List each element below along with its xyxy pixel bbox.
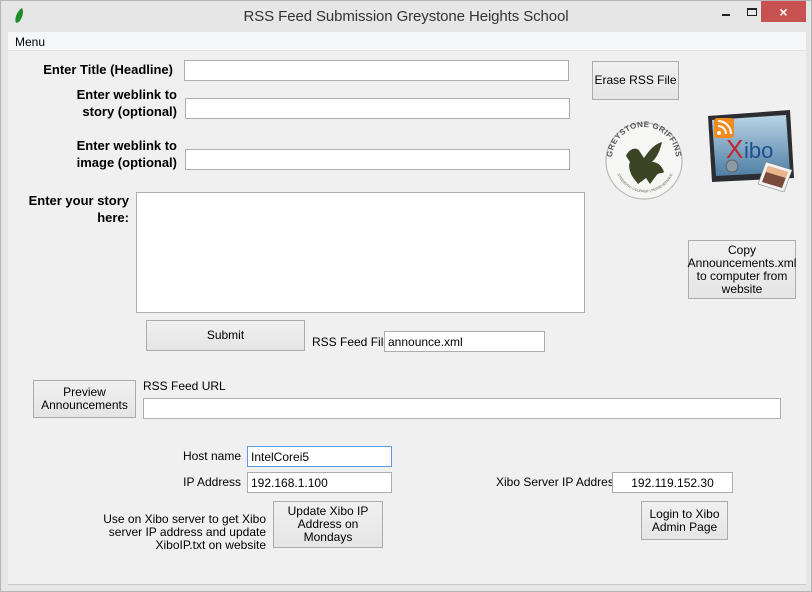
app-window: RSS Feed Submission Greystone Heights Sc…	[0, 0, 812, 592]
story-link-label-line2: story (optional)	[82, 104, 177, 119]
xibo-ibo-letters: ibo	[744, 138, 773, 163]
rss-file-input[interactable]	[384, 331, 545, 352]
update-xibo-ip-button[interactable]: Update Xibo IP Address on Mondays	[273, 501, 383, 548]
ip-address-input[interactable]	[247, 472, 392, 493]
xibo-x-letter: X	[726, 134, 743, 164]
form-area: Enter Title (Headline) Enter weblink to …	[8, 51, 806, 585]
window-title: RSS Feed Submission Greystone Heights Sc…	[243, 8, 569, 25]
copy-announcements-button[interactable]: Copy Announcements.xml to computer from …	[688, 240, 796, 299]
host-name-label: Host name	[182, 449, 241, 463]
story-link-label-line1: Enter weblink to	[76, 87, 177, 102]
title-label: Enter Title (Headline)	[43, 62, 173, 77]
image-link-label-line1: Enter weblink to	[76, 138, 177, 153]
preview-announcements-button[interactable]: Preview Announcements	[33, 380, 136, 418]
minimize-button[interactable]	[713, 1, 739, 22]
xibo-help-text: Use on Xibo server to get Xibo server IP…	[78, 513, 266, 552]
rss-file-label: RSS Feed File	[312, 335, 391, 349]
close-button[interactable]: ×	[761, 1, 806, 22]
rss-url-input[interactable]	[143, 398, 781, 419]
story-label-line2: here:	[97, 210, 129, 225]
greystone-griffins-logo: GREYSTONE GRIFFINS STRENGTH | COURAGE | …	[605, 120, 683, 200]
login-xibo-admin-button[interactable]: Login to Xibo Admin Page	[641, 501, 728, 540]
xibo-server-ip-input[interactable]	[612, 472, 733, 493]
title-bar[interactable]: RSS Feed Submission Greystone Heights Sc…	[1, 1, 811, 32]
story-link-input[interactable]	[185, 98, 570, 119]
host-name-input[interactable]	[247, 446, 392, 467]
close-icon: ×	[779, 3, 788, 20]
title-input[interactable]	[184, 60, 569, 81]
menu-bar: Menu	[8, 32, 806, 51]
image-link-label-line2: image (optional)	[76, 155, 177, 170]
story-label: Enter your story here:	[13, 192, 129, 226]
ip-address-label: IP Address	[183, 475, 241, 489]
story-link-label: Enter weblink to story (optional)	[18, 86, 177, 120]
image-link-input[interactable]	[185, 149, 570, 170]
image-link-label: Enter weblink to image (optional)	[18, 137, 177, 171]
story-label-line1: Enter your story	[28, 193, 129, 208]
menu-item-menu[interactable]: Menu	[15, 35, 45, 49]
xibo-help-line3: XiboIP.txt on website	[155, 538, 266, 552]
story-textarea[interactable]	[136, 192, 585, 313]
maximize-icon	[747, 7, 757, 16]
submit-button[interactable]: Submit	[146, 320, 305, 351]
erase-rss-file-button[interactable]: Erase RSS File	[592, 61, 679, 100]
rss-url-label: RSS Feed URL	[143, 379, 226, 393]
minimize-icon	[722, 13, 730, 16]
xibo-server-ip-label: Xibo Server IP Address	[496, 475, 620, 489]
xibo-logo: X ibo	[708, 110, 794, 192]
